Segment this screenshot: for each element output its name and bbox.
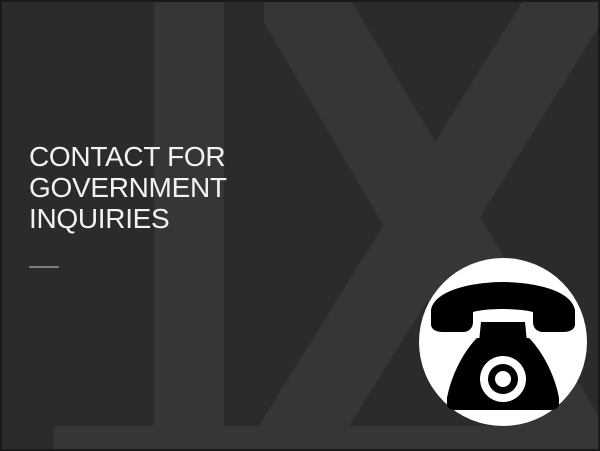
slide-title-line-2: GOVERNMENT [29,172,227,203]
telephone-icon [431,282,575,410]
title-accent-rule [29,266,59,268]
slide-title-line-3: INQUIRIES [29,203,170,234]
dial-hub [495,371,511,387]
slide-title-line-1: CONTACT FOR [29,141,226,172]
slide-title: CONTACT FOR GOVERNMENT INQUIRIES [29,141,289,234]
watermark-base [54,426,598,449]
phone-badge [419,258,587,426]
slide: CONTACT FOR GOVERNMENT INQUIRIES [0,0,600,451]
